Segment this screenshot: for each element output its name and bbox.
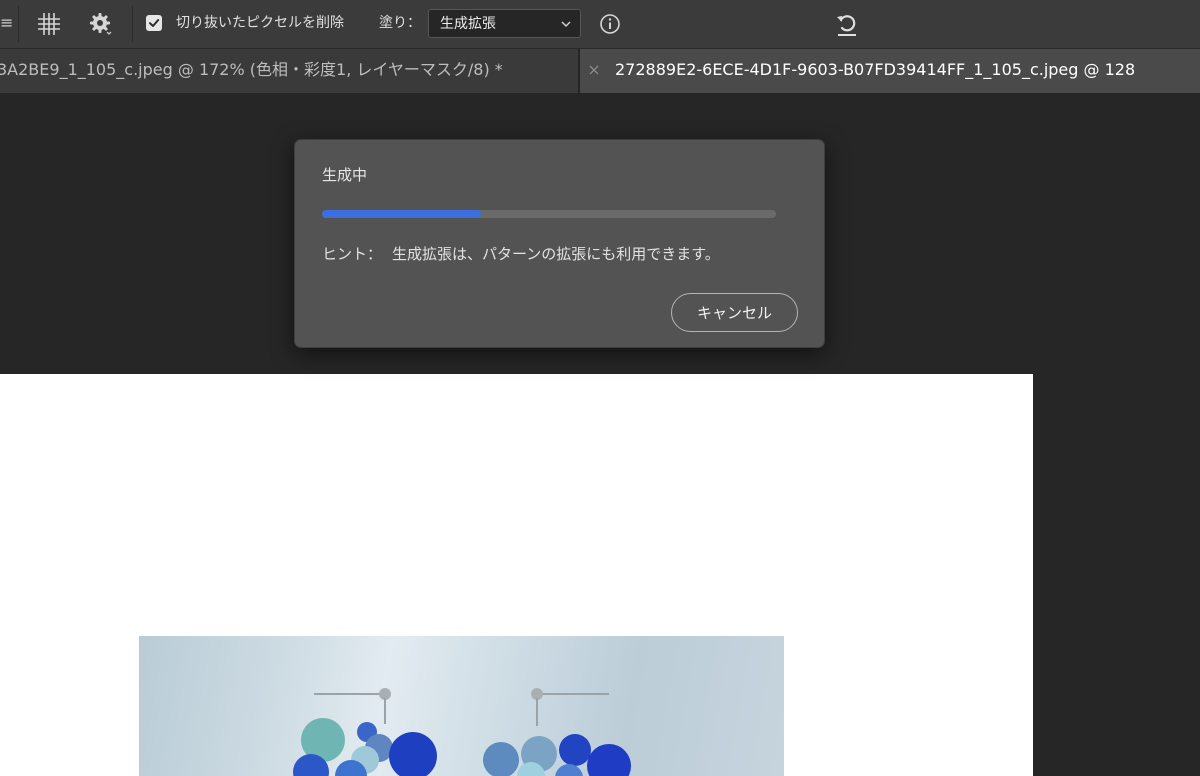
chevron-down-icon xyxy=(561,21,571,28)
hint-text: ヒント： 生成拡張は、パターンの拡張にも利用できます。 xyxy=(322,244,720,264)
progress-bar xyxy=(322,210,776,218)
generating-dialog: 生成中 ヒント： 生成拡張は、パターンの拡張にも利用できます。 キャンセル xyxy=(294,139,825,348)
info-icon[interactable] xyxy=(598,12,622,36)
undo-icon[interactable] xyxy=(832,9,862,39)
toolbar-divider xyxy=(18,6,19,42)
progress-bar-fill xyxy=(322,210,481,218)
earring-photo xyxy=(139,636,784,776)
toolbar-divider xyxy=(132,6,133,42)
grid-icon[interactable] xyxy=(36,11,62,37)
cancel-button[interactable]: キャンセル xyxy=(671,293,798,332)
hint-body: 生成拡張は、パターンの拡張にも利用できます。 xyxy=(392,245,720,263)
document-tab-label: 3A2BE9_1_105_c.jpeg @ 172% (色相・彩度1, レイヤー… xyxy=(0,60,503,79)
document-tabs: 3A2BE9_1_105_c.jpeg @ 172% (色相・彩度1, レイヤー… xyxy=(0,48,1200,93)
fill-label: 塗り： xyxy=(379,15,421,31)
menu-icon[interactable]: ≡ xyxy=(0,12,13,34)
fill-select-value: 生成拡張 xyxy=(440,16,496,32)
document-tab[interactable]: 3A2BE9_1_105_c.jpeg @ 172% (色相・彩度1, レイヤー… xyxy=(0,49,578,93)
delete-cropped-pixels-checkbox[interactable] xyxy=(146,15,162,31)
hint-prefix: ヒント： xyxy=(322,245,383,263)
close-icon[interactable] xyxy=(588,64,600,76)
fill-select[interactable]: 生成拡張 xyxy=(428,9,581,38)
gear-icon[interactable] xyxy=(88,11,114,37)
options-bar: ≡ 切り抜いたピクセルを削除 塗り： 生成拡張 xyxy=(0,0,1200,48)
document-tab-active[interactable]: 272889E2-6ECE-4D1F-9603-B07FD39414FF_1_1… xyxy=(580,49,1200,93)
document-tab-label: 272889E2-6ECE-4D1F-9603-B07FD39414FF_1_1… xyxy=(615,60,1136,79)
delete-cropped-pixels-label[interactable]: 切り抜いたピクセルを削除 xyxy=(176,14,344,32)
dialog-title: 生成中 xyxy=(322,166,368,184)
